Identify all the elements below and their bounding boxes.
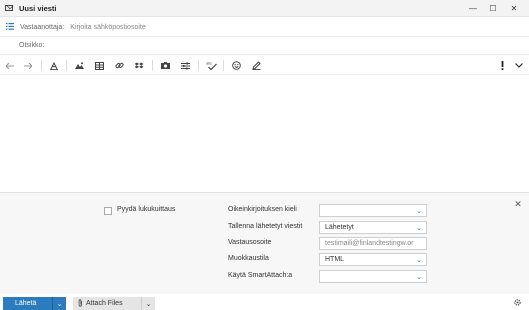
send-options-chevron-icon[interactable]: ⌄ [52,297,66,310]
compose-footer: Lähetä ⌄ Attach Files ⌄ [0,295,529,310]
recipient-row: Vastaanottaja: Kirjoita sähköpostiosoite [0,18,529,37]
priority-icon[interactable] [497,56,507,75]
read-receipt-label: Pyydä lukukuittaus [117,206,176,213]
undo-icon[interactable] [3,56,17,75]
insert-image-icon[interactable] [72,56,86,75]
minimize-button[interactable]: — [462,0,484,17]
toolbar-divider [198,60,199,71]
close-button[interactable]: ✕ [503,0,525,17]
mail-icon [5,5,13,11]
signature-pen-icon[interactable] [249,56,263,75]
chevron-down-icon: ⌄ [416,257,422,264]
attach-options-chevron-icon[interactable]: ⌄ [141,297,155,310]
close-options-icon[interactable]: ✕ [513,199,523,209]
send-label: Lähetä [15,300,37,307]
spellcheck-language-label: Oikeinkirjoituksen kieli [228,206,297,213]
dropbox-icon[interactable] [132,56,146,75]
title-bar: Uusi viesti — ☐ ✕ [0,0,529,17]
spellcheck-language-select[interactable]: ⌄ [319,204,427,217]
save-sent-select[interactable]: Lähetetyt ⌄ [319,221,427,234]
redo-icon[interactable] [21,56,35,75]
formatting-toolbar: abc [0,56,529,75]
insert-table-icon[interactable] [92,56,106,75]
subject-input[interactable]: Otsikko: [19,42,44,49]
chevron-down-icon: ⌄ [416,225,422,232]
save-sent-value: Lähetetyt [325,224,354,231]
edit-mode-select[interactable]: HTML ⌄ [319,253,427,266]
svg-text:abc: abc [206,62,212,66]
clear-format-icon[interactable] [47,56,61,75]
subject-row: Otsikko: [0,37,529,55]
drive-icon[interactable] [158,56,172,75]
contacts-list-icon[interactable] [6,22,14,32]
toolbar-divider [41,60,42,71]
more-chevron-icon[interactable] [512,56,526,75]
attach-files-button[interactable]: Attach Files ⌄ [73,297,155,310]
toolbar-divider [152,60,153,71]
message-body-editor[interactable] [0,76,529,192]
message-options-panel: ✕ Pyydä lukukuittaus Oikeinkirjoituksen … [0,192,529,294]
chevron-down-icon: ⌄ [416,208,422,215]
toolbar-divider [66,60,67,71]
save-sent-label: Tallenna lähetetyt viestit [228,223,303,230]
smart-attach-select[interactable]: ⌄ [319,270,427,283]
reply-to-label: Vastausosoite [228,239,272,246]
attach-files-label: Attach Files [86,300,123,307]
emoji-icon[interactable] [229,56,243,75]
toolbar-divider [223,60,224,71]
maximize-button[interactable]: ☐ [482,0,504,17]
read-receipt-checkbox[interactable] [104,207,112,215]
gear-icon[interactable] [513,298,522,309]
recipient-input[interactable]: Kirjoita sähköpostiosoite [70,24,146,31]
recipient-label: Vastaanottaja: [20,23,65,31]
window-title: Uusi viesti [19,3,57,13]
edit-mode-label: Muokkaustila [228,255,269,262]
insert-link-icon[interactable] [112,56,126,75]
paperclip-icon [78,298,83,309]
smart-attach-label: Käytä SmartAttach:a [228,272,293,279]
chevron-down-icon: ⌄ [416,274,422,281]
edit-mode-value: HTML [325,256,345,263]
options-sliders-icon[interactable] [178,56,192,75]
spellcheck-icon[interactable]: abc [203,56,219,75]
send-button[interactable]: Lähetä ⌄ [3,297,66,310]
reply-to-input[interactable]: testimaili@finlandtestingw.or [319,237,427,250]
